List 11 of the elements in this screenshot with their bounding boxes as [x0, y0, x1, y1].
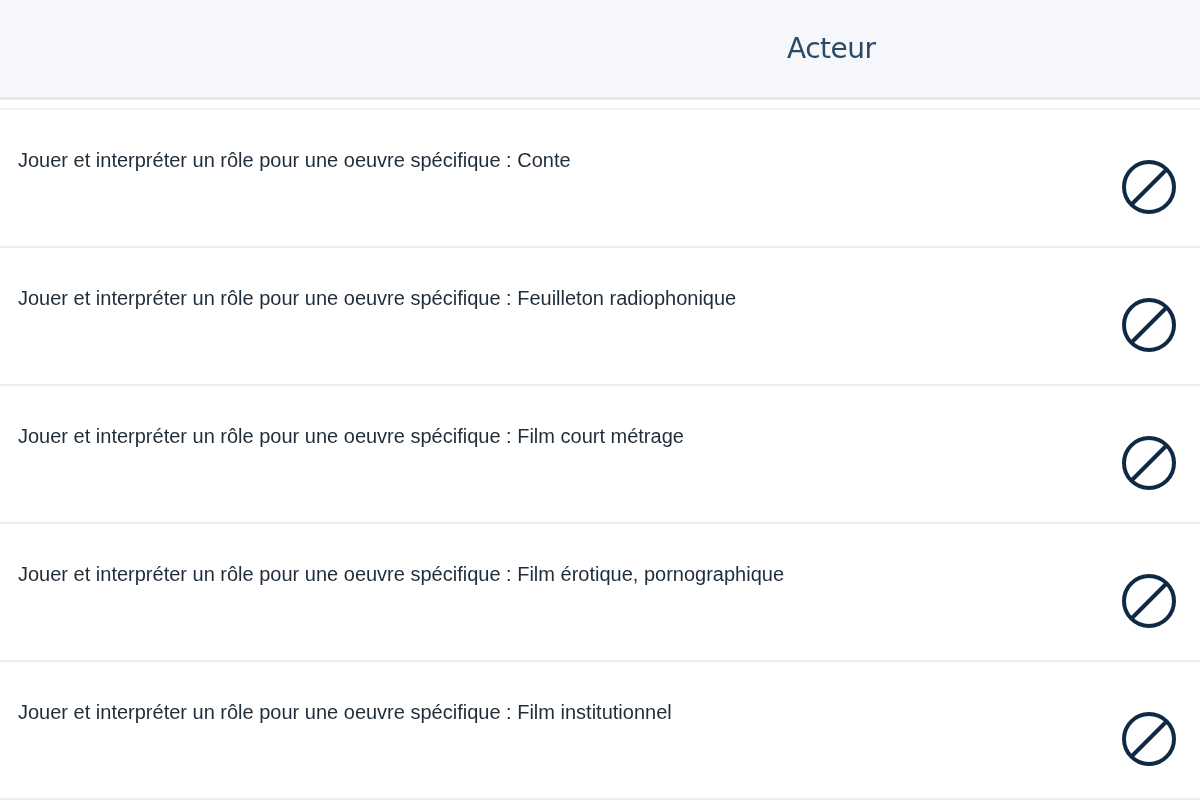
row-label: Jouer et interpréter un rôle pour une oeuvre spécifique : Conte	[18, 148, 571, 172]
row-label: Jouer et interpréter un rôle pour une oeuvre spécifique : Film érotique, pornographique	[18, 562, 784, 586]
ban-button[interactable]	[1120, 710, 1178, 768]
ban-button[interactable]	[1120, 158, 1178, 216]
column-title: Acteur	[787, 32, 876, 65]
row-label: Jouer et interpréter un rôle pour une oeuvre spécifique : Film court métrage	[18, 424, 684, 448]
row-label: Jouer et interpréter un rôle pour une oeuvre spécifique : Film institutionnel	[18, 700, 672, 724]
row-label: Jouer et interpréter un rôle pour une oeuvre spécifique : Feuilleton radiophonique	[18, 286, 737, 310]
ban-button[interactable]	[1120, 434, 1178, 492]
ban-button[interactable]	[1120, 296, 1178, 354]
ban-button[interactable]	[1120, 572, 1178, 630]
